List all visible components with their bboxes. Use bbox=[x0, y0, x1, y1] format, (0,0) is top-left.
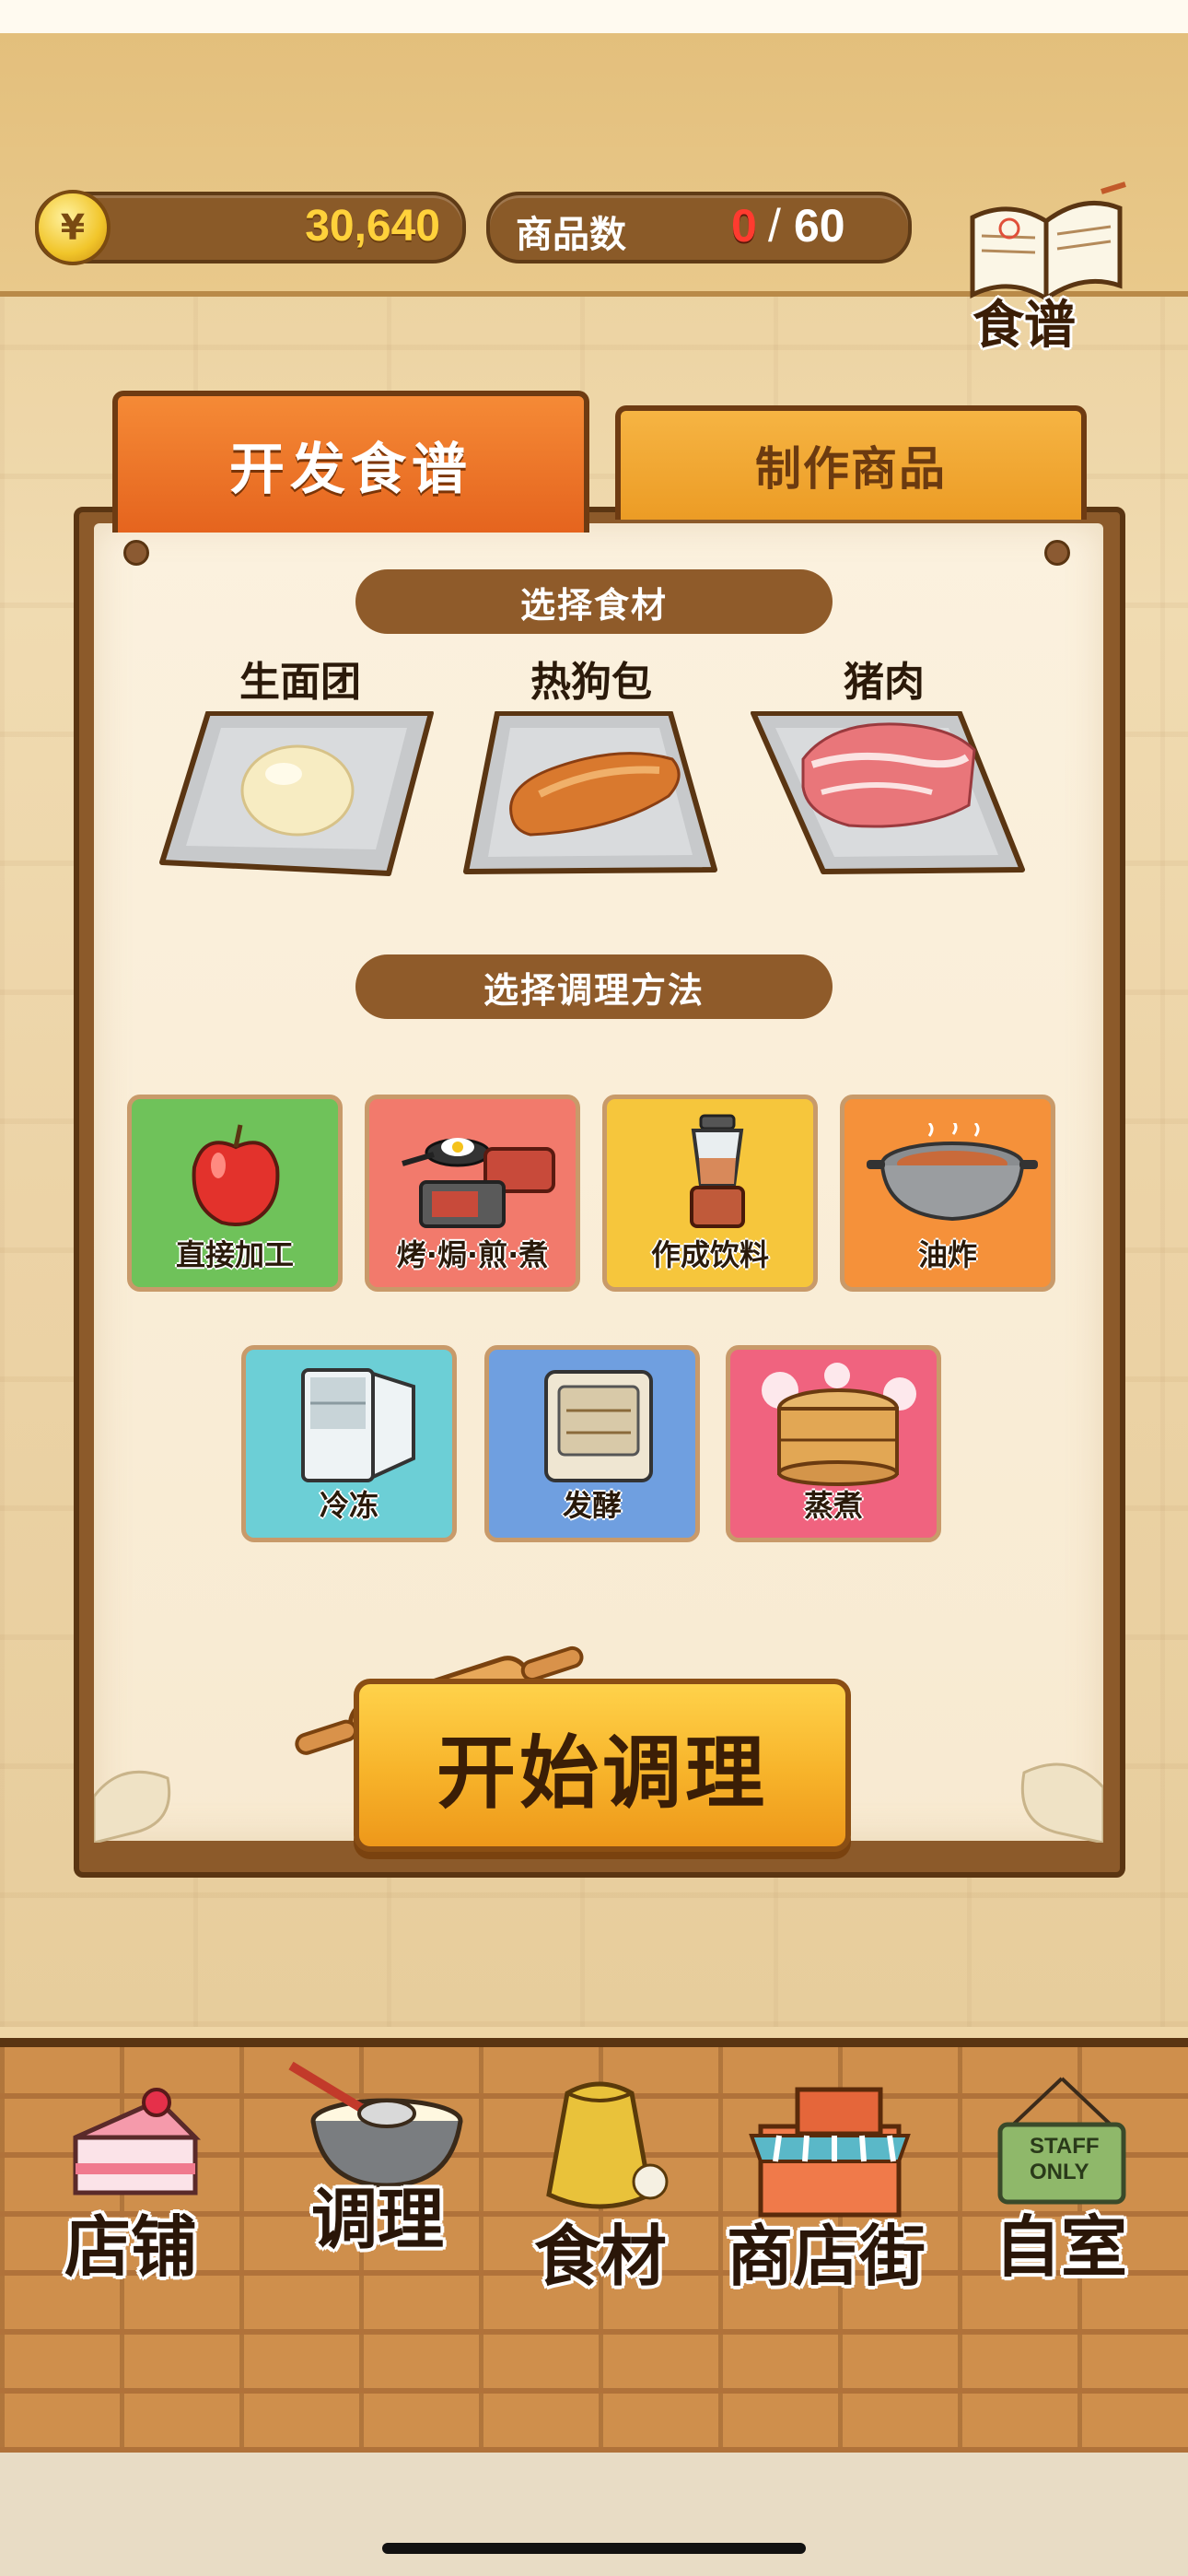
nav-item-shop[interactable]: 店铺 bbox=[20, 2064, 241, 2340]
money-value: 30,640 bbox=[305, 202, 440, 251]
tab-make-product[interactable]: 制作商品 bbox=[615, 405, 1087, 520]
method-label: 发酵 bbox=[562, 1488, 622, 1523]
recipe-book-button[interactable]: 食谱 bbox=[954, 181, 1138, 365]
method-label: 油炸 bbox=[917, 1237, 977, 1272]
tab-label: 制作商品 bbox=[755, 442, 947, 496]
refrigerator-icon bbox=[301, 1368, 415, 1482]
method-bake-fry-boil[interactable]: 烤·焗·煎·煮 bbox=[365, 1095, 580, 1292]
home-indicator[interactable] bbox=[382, 2543, 806, 2554]
staff-only-text: STAFF ONLY bbox=[1030, 2134, 1100, 2184]
method-steam[interactable]: 蒸煮 bbox=[726, 1345, 941, 1542]
method-label: 冷冻 bbox=[319, 1488, 379, 1523]
method-deep-fry[interactable]: 油炸 bbox=[840, 1095, 1055, 1292]
item-count-max: 60 bbox=[794, 200, 845, 252]
nav-item-cooking[interactable]: 调理 bbox=[267, 2056, 488, 2333]
method-freeze[interactable]: 冷冻 bbox=[241, 1345, 457, 1542]
pin-icon bbox=[1044, 540, 1070, 566]
recipe-book-label: 食谱 bbox=[973, 296, 1076, 356]
nav-item-ingredients[interactable]: 食材 bbox=[490, 2064, 711, 2340]
ingredient-label: 生面团 bbox=[239, 659, 361, 706]
hotdog-bun-icon bbox=[509, 752, 681, 837]
nav-divider bbox=[0, 2038, 1188, 2047]
ingredient-slot-hotdog-bun[interactable] bbox=[462, 710, 739, 877]
nav-label: 食材 bbox=[533, 2218, 667, 2295]
fryer-pot-icon bbox=[867, 1123, 1038, 1222]
nav-item-my-room[interactable]: STAFF ONLY 自室 bbox=[960, 2064, 1162, 2340]
item-count-current: 0 bbox=[731, 200, 757, 252]
nav-item-shopping-street[interactable]: 商店街 bbox=[702, 2064, 950, 2340]
blender-icon bbox=[690, 1114, 745, 1228]
nav-label: 调理 bbox=[310, 2181, 444, 2258]
method-label: 作成饮料 bbox=[650, 1237, 769, 1272]
tab-develop-recipe[interactable]: 开发食谱 bbox=[112, 391, 589, 533]
tab-label: 开发食谱 bbox=[229, 437, 472, 502]
method-direct-process[interactable]: 直接加工 bbox=[127, 1095, 343, 1292]
select-ingredients-header: 选择食材 bbox=[355, 569, 833, 634]
ingredient-slot-dough[interactable] bbox=[158, 710, 435, 877]
apple-icon bbox=[192, 1124, 280, 1226]
currency-symbol: ¥ bbox=[60, 207, 86, 248]
item-count-display: 商品数 0 / 60 bbox=[486, 192, 912, 263]
start-cooking-button[interactable]: 开始调理 bbox=[354, 1679, 851, 1852]
ingredient-label: 猪肉 bbox=[844, 659, 925, 706]
proofing-box-icon bbox=[544, 1370, 653, 1482]
cookware-icon bbox=[402, 1138, 555, 1228]
item-count-separator: / bbox=[768, 200, 781, 252]
yen-coin-icon: ¥ bbox=[35, 190, 111, 265]
method-ferment[interactable]: 发酵 bbox=[484, 1345, 700, 1542]
pin-icon bbox=[123, 540, 149, 566]
select-method-header: 选择调理方法 bbox=[355, 954, 833, 1019]
section-title: 选择调理方法 bbox=[483, 969, 705, 1011]
item-count-label: 商品数 bbox=[516, 214, 626, 256]
storefront-icon bbox=[749, 2087, 911, 2218]
method-label: 蒸煮 bbox=[803, 1488, 863, 1523]
status-bar-area bbox=[0, 0, 1188, 33]
ingredient-label: 热狗包 bbox=[530, 659, 652, 706]
nav-label: 自室 bbox=[994, 2208, 1127, 2286]
flour-sack-icon bbox=[546, 2081, 669, 2209]
section-title: 选择食材 bbox=[519, 584, 668, 626]
home-bar-area bbox=[0, 2453, 1188, 2576]
method-make-drink[interactable]: 作成饮料 bbox=[602, 1095, 818, 1292]
steamer-icon bbox=[762, 1363, 916, 1486]
method-label: 直接加工 bbox=[175, 1237, 294, 1272]
method-label: 烤·焗·煎·煮 bbox=[396, 1237, 549, 1272]
start-cooking-label: 开始调理 bbox=[437, 1727, 768, 1820]
nav-label: 店铺 bbox=[64, 2208, 197, 2286]
ingredient-slot-pork[interactable] bbox=[750, 710, 1026, 877]
dough-icon bbox=[240, 744, 355, 837]
pork-icon bbox=[801, 722, 976, 828]
nav-label: 商店街 bbox=[726, 2218, 926, 2295]
